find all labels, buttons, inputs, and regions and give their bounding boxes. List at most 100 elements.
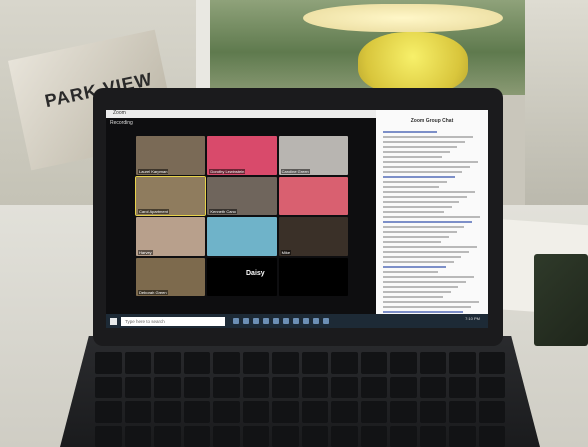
- document-lines: [376, 124, 488, 325]
- keyboard-key: [390, 425, 417, 447]
- taskbar-app-icon[interactable]: [293, 318, 299, 324]
- taskbar-app-icon[interactable]: [233, 318, 239, 324]
- keyboard-key: [213, 401, 240, 423]
- document-text-line: [383, 221, 473, 223]
- document-text-line: [383, 231, 457, 233]
- taskbar-app-icon[interactable]: [303, 318, 309, 324]
- laptop-screen: Zoom Recording Laurel Karpman Dorothy Lew…: [106, 110, 488, 328]
- participant-name: Harvey: [138, 249, 153, 255]
- gallery-grid: Laurel Karpman Dorothy Lewinstein Caroline…: [134, 136, 348, 296]
- document-text-line: [383, 266, 446, 268]
- participant-name: Mike: [280, 249, 292, 255]
- keyboard-key: [331, 401, 358, 423]
- document-text-line: [383, 216, 481, 218]
- document-text-line: [383, 236, 449, 238]
- document-text-line: [383, 166, 471, 168]
- keyboard-key: [478, 352, 505, 374]
- participant-name: Caroline Green: [280, 168, 310, 174]
- document-text-line: [383, 271, 438, 273]
- taskbar-app-icon[interactable]: [273, 318, 279, 324]
- participant-name: Dorothy Lewinstein: [209, 168, 246, 174]
- document-text-line: [383, 281, 467, 283]
- document-text-line: [383, 261, 454, 263]
- keyboard-key: [95, 376, 122, 398]
- taskbar-app-icon[interactable]: [283, 318, 289, 324]
- keyboard-key: [213, 352, 240, 374]
- participant-tile[interactable]: [207, 257, 277, 296]
- windows-start-icon[interactable]: [110, 317, 117, 325]
- keyboard-key: [272, 352, 299, 374]
- keyboard-key: [183, 425, 210, 447]
- taskbar-app-icon[interactable]: [313, 318, 319, 324]
- keyboard-key: [449, 352, 476, 374]
- taskbar-app-icon[interactable]: [323, 318, 329, 324]
- document-text-line: [383, 161, 479, 163]
- keyboard-key: [360, 401, 387, 423]
- box: [534, 254, 588, 346]
- participant-tile[interactable]: [207, 217, 277, 256]
- participant-tile[interactable]: Carol Apartment: [134, 175, 207, 216]
- keyboard-key: [213, 376, 240, 398]
- participant-tile[interactable]: [278, 176, 348, 215]
- participant-tile[interactable]: Mike: [278, 217, 348, 256]
- keyboard-key: [390, 352, 417, 374]
- participant-tile[interactable]: Deborah Green: [136, 257, 206, 296]
- taskbar-app-icon[interactable]: [243, 318, 249, 324]
- document-panel: Zoom Group Chat: [376, 110, 488, 318]
- window-frame: [196, 0, 210, 95]
- document-text-line: [383, 191, 476, 193]
- taskbar: Type here to search 7:10 PM: [106, 314, 488, 328]
- lamp-shade: [303, 4, 503, 32]
- document-text-line: [383, 146, 458, 148]
- keyboard-key: [183, 352, 210, 374]
- keyboard-key: [419, 401, 446, 423]
- taskbar-icons: [233, 318, 329, 324]
- keyboard-key: [331, 352, 358, 374]
- keyboard-key: [360, 425, 387, 447]
- document-text-line: [383, 276, 475, 278]
- participant-tile[interactable]: Kenneth Cano: [207, 176, 277, 215]
- keyboard-key: [478, 376, 505, 398]
- document-text-line: [383, 151, 450, 153]
- keyboard-key: [419, 425, 446, 447]
- document-text-line: [383, 256, 462, 258]
- taskbar-app-icon[interactable]: [263, 318, 269, 324]
- zoom-window-title: Zoom: [113, 110, 126, 116]
- participant-tile[interactable]: [278, 257, 348, 296]
- keyboard-key: [242, 425, 269, 447]
- keyboard-key: [390, 401, 417, 423]
- keyboard-key: [390, 376, 417, 398]
- taskbar-app-icon[interactable]: [253, 318, 259, 324]
- participant-tile[interactable]: Caroline Green: [278, 136, 348, 175]
- window-frame: [525, 0, 588, 220]
- keyboard-key: [272, 376, 299, 398]
- keyboard-key: [449, 376, 476, 398]
- participant-tile[interactable]: Laurel Karpman: [136, 136, 206, 175]
- keyboard-key: [95, 401, 122, 423]
- lamp-base: [358, 32, 468, 94]
- keyboard-key: [449, 401, 476, 423]
- keyboard-key: [242, 401, 269, 423]
- document-text-line: [383, 206, 452, 208]
- participant-tile[interactable]: Harvey: [136, 217, 206, 256]
- document-text-line: [383, 246, 478, 248]
- recording-indicator: Recording: [110, 120, 133, 126]
- document-text-line: [383, 291, 451, 293]
- document-text-line: [383, 241, 441, 243]
- document-text-line: [383, 211, 444, 213]
- keyboard-key: [478, 425, 505, 447]
- document-text-line: [383, 186, 439, 188]
- keyboard-key: [242, 376, 269, 398]
- search-input[interactable]: Type here to search: [121, 316, 225, 326]
- keyboard-key: [331, 425, 358, 447]
- document-text-line: [383, 196, 468, 198]
- participant-tile[interactable]: Dorothy Lewinstein: [207, 136, 277, 175]
- document-text-line: [383, 201, 460, 203]
- keyboard-key: [95, 425, 122, 447]
- keyboard-key: [272, 425, 299, 447]
- document-text-line: [383, 311, 464, 313]
- document-text-line: [383, 286, 459, 288]
- keyboard-key: [154, 425, 181, 447]
- keyboard-key: [360, 352, 387, 374]
- participant-name: Laurel Karpman: [138, 168, 169, 174]
